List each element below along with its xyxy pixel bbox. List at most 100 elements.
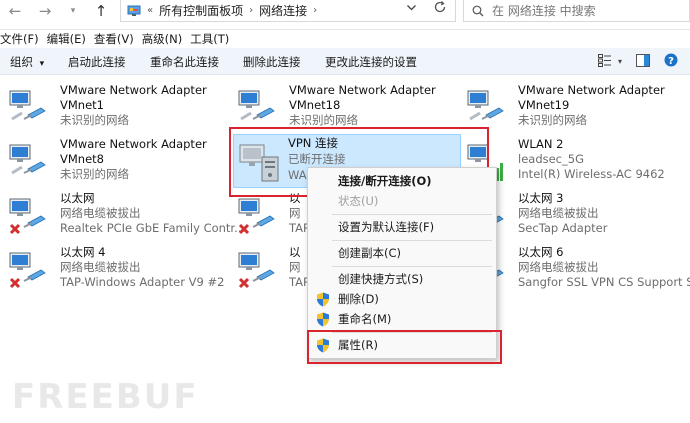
chevron-down-icon[interactable]: [406, 2, 417, 16]
vpn-connection-icon: [238, 141, 279, 182]
freebuf-watermark: FREEBUF: [12, 377, 199, 417]
connection-name: 以太网 4: [60, 245, 106, 259]
address-row: ← → ▾ ↑ « 所有控制面板项 › 网络连接 ›: [0, 0, 690, 30]
menu-separator: [332, 266, 492, 267]
ethernet-disconnected-icon: [237, 251, 277, 291]
rename-connection-button[interactable]: 重命名此连接: [150, 54, 219, 70]
connection-tile-vmnet8[interactable]: VMware Network Adapter VMnet8 未识别的网络: [2, 135, 230, 185]
menu-set-default[interactable]: 设置为默认连接(F): [308, 217, 496, 237]
connection-status: 网: [289, 260, 301, 274]
search-input[interactable]: [490, 2, 670, 19]
view-dropdown-icon[interactable]: ▾: [618, 57, 622, 66]
breadcrumb-network-connections[interactable]: 网络连接: [259, 2, 307, 19]
recent-chevron-icon[interactable]: ▾: [62, 0, 84, 22]
uac-shield-icon: [316, 338, 330, 353]
ethernet-disconnected-icon: [8, 251, 48, 291]
network-adapter-icon: [8, 143, 48, 183]
view-options-icon[interactable]: [598, 53, 612, 70]
ethernet-disconnected-icon: [8, 197, 48, 237]
preview-pane-icon[interactable]: [636, 53, 651, 70]
menu-rename[interactable]: 重命名(M): [308, 309, 496, 329]
connection-status: 未识别的网络: [60, 167, 129, 181]
search-icon: [472, 5, 484, 17]
network-adapter-icon: [237, 89, 277, 129]
search-box[interactable]: [463, 0, 690, 22]
menu-advanced[interactable]: 高级(N): [142, 31, 190, 47]
menu-file[interactable]: 文件(F): [0, 31, 46, 47]
connection-name: 以太网 3: [518, 191, 564, 205]
connection-device: WA: [288, 168, 307, 182]
connection-name-line2: VMnet1: [60, 98, 104, 112]
organize-button[interactable]: 组织 ▾: [10, 54, 44, 70]
connection-name: VMware Network Adapter: [60, 83, 207, 97]
connection-status: 未识别的网络: [60, 113, 129, 127]
connection-name-line2: VMnet19: [518, 98, 570, 112]
organize-label: 组织: [10, 55, 33, 69]
connection-tile-ethernet[interactable]: 以太网 网络电缆被拔出 Realtek PCIe GbE Family Cont…: [2, 189, 245, 239]
network-adapter-icon: [466, 89, 506, 129]
connection-name: 以太网 6: [518, 245, 564, 259]
connection-name: 以: [289, 191, 301, 205]
connection-status: leadsec_5G: [518, 152, 584, 166]
network-adapter-icon: [8, 89, 48, 129]
context-menu: 连接/断开连接(O) 状态(U) 设置为默认连接(F) 创建副本(C) 创建快捷…: [307, 167, 497, 359]
up-arrow-icon[interactable]: ↑: [90, 0, 112, 22]
connection-status: 未识别的网络: [518, 113, 587, 127]
start-connection-button[interactable]: 启动此连接: [68, 54, 126, 70]
menu-tools[interactable]: 工具(T): [190, 31, 236, 47]
connection-name: VMware Network Adapter: [60, 137, 207, 151]
menu-connect-disconnect[interactable]: 连接/断开连接(O): [308, 171, 496, 191]
connection-tile-ethernet-4[interactable]: 以太网 4 网络电缆被拔出 TAP-Windows Adapter V9 #2: [2, 243, 230, 293]
connection-device: Intel(R) Wireless-AC 9462: [518, 167, 665, 181]
connection-status: 网络电缆被拔出: [518, 206, 599, 220]
delete-connection-button[interactable]: 删除此连接: [243, 54, 301, 70]
menu-rename-label: 重命名(M): [338, 312, 392, 326]
menu-view[interactable]: 查看(V): [94, 31, 141, 47]
connection-name: VPN 连接: [288, 136, 339, 150]
connection-status: 网络电缆被拔出: [518, 260, 599, 274]
help-icon[interactable]: ?: [664, 53, 678, 70]
refresh-icon[interactable]: [433, 0, 447, 18]
control-panel-icon: [127, 5, 141, 17]
menu-status[interactable]: 状态(U): [308, 191, 496, 211]
menu-create-shortcut[interactable]: 创建快捷方式(S): [308, 269, 496, 289]
connection-name: VMware Network Adapter: [518, 83, 665, 97]
menu-properties-label: 属性(R): [338, 338, 378, 352]
connection-tile-vmnet18[interactable]: VMware Network Adapter VMnet18 未识别的网络: [231, 81, 459, 131]
menu-connect-label: 连接/断开连接(O): [338, 174, 432, 188]
menu-delete[interactable]: 删除(D): [308, 289, 496, 309]
connection-tile-vmnet1[interactable]: VMware Network Adapter VMnet1 未识别的网络: [2, 81, 230, 131]
back-arrow-icon[interactable]: ←: [4, 0, 26, 22]
connection-status: 已断开连接: [288, 152, 346, 166]
menu-delete-label: 删除(D): [338, 292, 379, 306]
connection-device: TAP-Windows Adapter V9 #2: [60, 275, 225, 289]
forward-arrow-icon[interactable]: →: [34, 0, 56, 22]
change-settings-button[interactable]: 更改此连接的设置: [325, 54, 417, 70]
breadcrumb-separator-end[interactable]: ›: [313, 5, 317, 16]
menu-separator: [332, 240, 492, 241]
connection-name: VMware Network Adapter: [289, 83, 436, 97]
menu-separator: [332, 332, 492, 333]
connection-status: 网络电缆被拔出: [60, 260, 141, 274]
connection-status: 网: [289, 206, 301, 220]
connection-name: 以太网: [60, 191, 95, 205]
ethernet-disconnected-icon: [237, 197, 277, 237]
menu-create-copy[interactable]: 创建副本(C): [308, 243, 496, 263]
organize-dropdown-icon: ▾: [39, 59, 45, 69]
uac-shield-icon: [316, 292, 330, 307]
connection-name: WLAN 2: [518, 137, 564, 151]
command-bar: 组织 ▾ 启动此连接 重命名此连接 删除此连接 更改此连接的设置 ▾ ?: [0, 48, 690, 75]
menu-properties[interactable]: 属性(R): [308, 335, 496, 355]
breadcrumb-separator[interactable]: ›: [249, 5, 253, 16]
menu-edit[interactable]: 编辑(E): [47, 31, 93, 47]
menu-status-label: 状态(U): [338, 194, 379, 208]
connection-status: 未识别的网络: [289, 113, 358, 127]
menu-separator: [332, 214, 492, 215]
svg-text:?: ?: [668, 56, 674, 67]
connection-tile-vmnet19[interactable]: VMware Network Adapter VMnet19 未识别的网络: [460, 81, 688, 131]
breadcrumb-control-panel[interactable]: 所有控制面板项: [159, 2, 243, 19]
uac-shield-icon: [316, 312, 330, 327]
address-overflow-chevron[interactable]: «: [147, 5, 153, 16]
address-bar[interactable]: « 所有控制面板项 › 网络连接 ›: [120, 0, 456, 22]
connection-name: 以: [289, 245, 301, 259]
